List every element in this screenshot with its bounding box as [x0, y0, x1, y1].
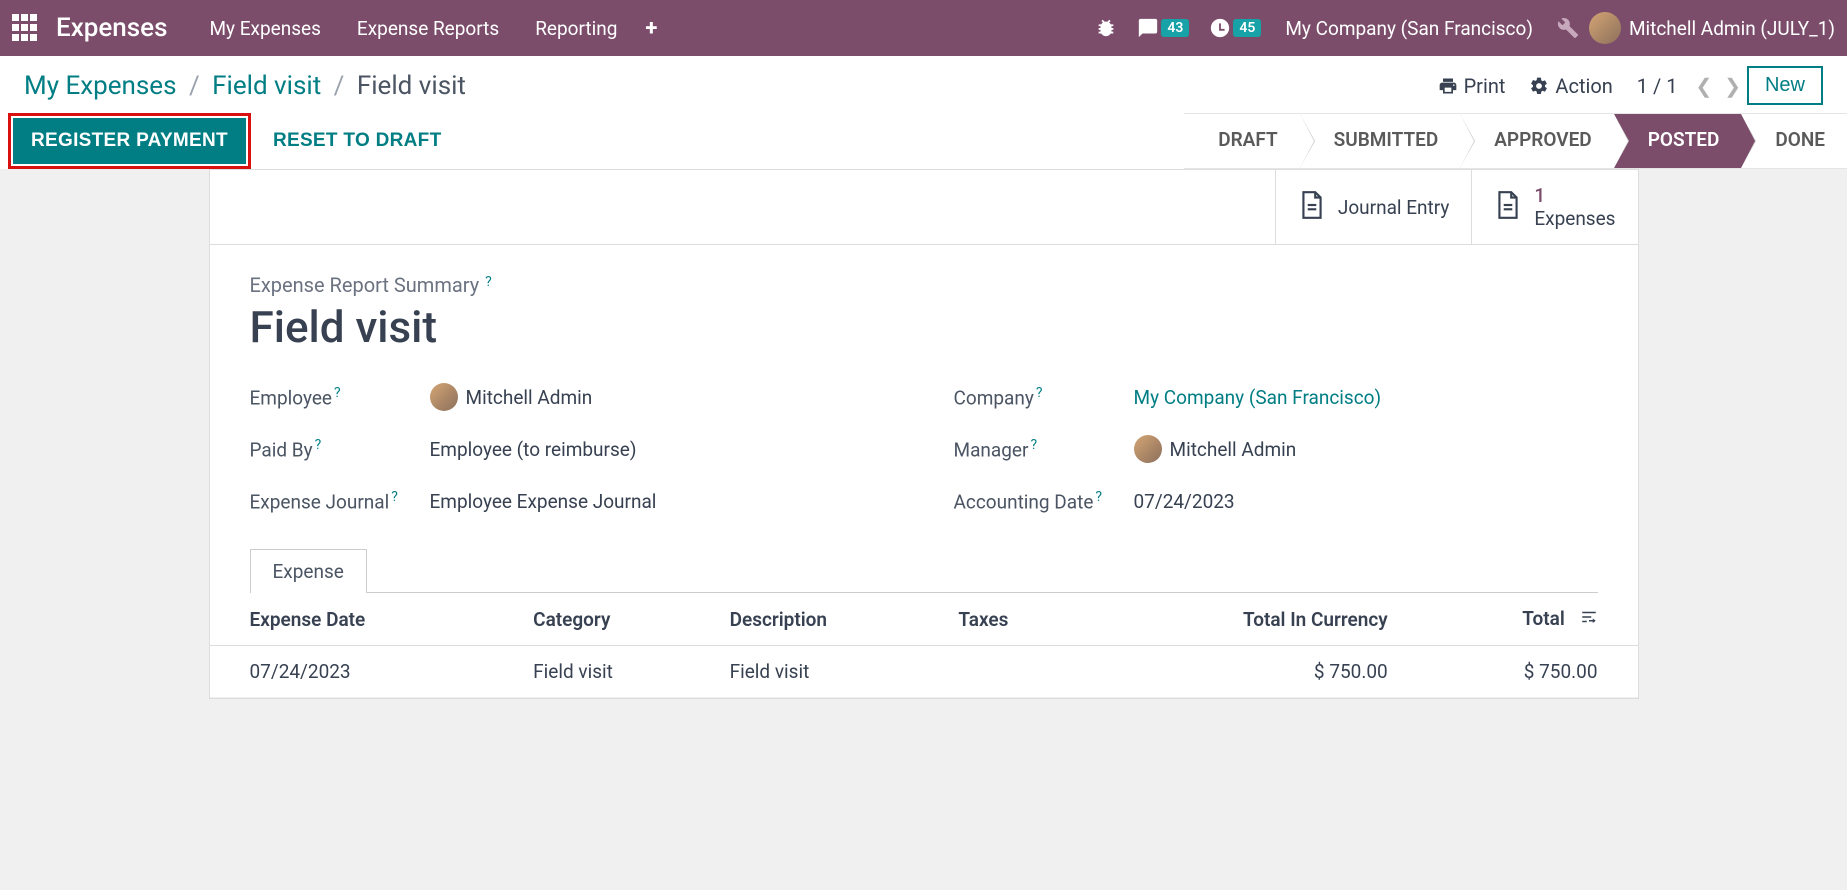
- help-icon[interactable]: ?: [334, 385, 341, 401]
- breadcrumb: My Expenses / Field visit / Field visit: [24, 71, 466, 101]
- help-icon[interactable]: ?: [1036, 385, 1043, 401]
- nav-expense-reports[interactable]: Expense Reports: [339, 17, 517, 40]
- accdate-value: 07/24/2023: [1134, 490, 1235, 513]
- help-icon[interactable]: ?: [1095, 489, 1102, 505]
- activities-badge: 45: [1233, 19, 1261, 37]
- status-posted[interactable]: POSTED: [1614, 114, 1742, 168]
- th-category[interactable]: Category: [519, 593, 715, 646]
- breadcrumb-current: Field visit: [357, 71, 466, 101]
- company-label: Company: [954, 386, 1034, 409]
- reset-to-draft-button[interactable]: RESET TO DRAFT: [255, 113, 460, 169]
- tab-expense[interactable]: Expense: [250, 549, 367, 593]
- form-sheet: Journal Entry 1 Expenses Expense Report …: [209, 169, 1639, 699]
- th-description[interactable]: Description: [716, 593, 945, 646]
- help-icon[interactable]: ?: [1030, 437, 1037, 453]
- breadcrumb-root[interactable]: My Expenses: [24, 71, 177, 101]
- cell-total: $ 750.00: [1402, 646, 1638, 698]
- breadcrumb-parent[interactable]: Field visit: [212, 71, 321, 101]
- pager-next[interactable]: ❯: [1724, 74, 1741, 98]
- top-nav: Expenses My Expenses Expense Reports Rep…: [0, 0, 1847, 56]
- print-icon: [1438, 76, 1458, 96]
- expense-table: Expense Date Category Description Taxes …: [210, 593, 1638, 698]
- stat-buttons: Journal Entry 1 Expenses: [210, 170, 1638, 245]
- section-label: Expense Report Summary: [250, 273, 480, 297]
- journal-value: Employee Expense Journal: [430, 490, 657, 513]
- th-total-currency[interactable]: Total In Currency: [1087, 593, 1402, 646]
- employee-value[interactable]: Mitchell Admin: [430, 383, 593, 411]
- employee-label: Employee: [250, 386, 332, 409]
- avatar: [1134, 435, 1162, 463]
- help-icon[interactable]: ?: [485, 274, 492, 290]
- activities-icon[interactable]: 45: [1209, 17, 1261, 39]
- messages-icon[interactable]: 43: [1137, 17, 1189, 39]
- cell-taxes: [944, 646, 1086, 698]
- cell-description: Field visit: [716, 646, 945, 698]
- document-icon: [1494, 190, 1522, 224]
- messages-badge: 43: [1161, 19, 1189, 37]
- status-approved[interactable]: APPROVED: [1460, 114, 1613, 168]
- paidby-label: Paid By: [250, 438, 313, 461]
- cell-total-currency: $ 750.00: [1087, 646, 1402, 698]
- table-row[interactable]: 07/24/2023 Field visit Field visit $ 750…: [210, 646, 1638, 698]
- th-taxes[interactable]: Taxes: [944, 593, 1086, 646]
- status-done[interactable]: DONE: [1741, 114, 1847, 168]
- document-icon: [1298, 190, 1326, 224]
- avatar: [430, 383, 458, 411]
- nav-reporting[interactable]: Reporting: [517, 17, 635, 40]
- cell-category: Field visit: [519, 646, 715, 698]
- tools-icon[interactable]: [1557, 17, 1579, 39]
- highlight-box: REGISTER PAYMENT: [8, 113, 251, 169]
- accdate-label: Accounting Date: [954, 490, 1094, 513]
- apps-icon[interactable]: [12, 14, 40, 42]
- button-row: REGISTER PAYMENT RESET TO DRAFT DRAFT SU…: [0, 113, 1847, 169]
- manager-label: Manager: [954, 438, 1029, 461]
- pager-prev[interactable]: ❮: [1695, 74, 1712, 98]
- th-date[interactable]: Expense Date: [210, 593, 520, 646]
- nav-my-expenses[interactable]: My Expenses: [191, 17, 338, 40]
- pager-text: 1 / 1: [1637, 74, 1678, 98]
- debug-icon[interactable]: [1095, 17, 1117, 39]
- stat-journal-entry[interactable]: Journal Entry: [1275, 170, 1472, 244]
- status-draft[interactable]: DRAFT: [1184, 114, 1299, 168]
- app-brand[interactable]: Expenses: [56, 13, 167, 43]
- action-button[interactable]: Action: [1529, 74, 1612, 98]
- subheader: My Expenses / Field visit / Field visit …: [0, 56, 1847, 113]
- stat-expenses[interactable]: 1 Expenses: [1471, 170, 1637, 244]
- status-submitted[interactable]: SUBMITTED: [1300, 114, 1461, 168]
- plus-icon[interactable]: +: [645, 16, 657, 41]
- manager-value[interactable]: Mitchell Admin: [1134, 435, 1297, 463]
- new-button[interactable]: New: [1747, 66, 1823, 105]
- print-button[interactable]: Print: [1438, 74, 1506, 98]
- paidby-value: Employee (to reimburse): [430, 438, 637, 461]
- status-track: DRAFT SUBMITTED APPROVED POSTED DONE: [1184, 113, 1847, 169]
- user-name: Mitchell Admin (JULY_1): [1629, 17, 1835, 40]
- help-icon[interactable]: ?: [315, 437, 322, 453]
- company-value[interactable]: My Company (San Francisco): [1134, 386, 1382, 409]
- company-selector[interactable]: My Company (San Francisco): [1285, 17, 1533, 40]
- help-icon[interactable]: ?: [391, 489, 398, 505]
- register-payment-button[interactable]: REGISTER PAYMENT: [13, 118, 246, 164]
- user-menu[interactable]: Mitchell Admin (JULY_1): [1589, 12, 1835, 44]
- columns-adjust-icon[interactable]: [1580, 608, 1598, 631]
- gear-icon: [1529, 76, 1549, 96]
- th-total[interactable]: Total: [1402, 593, 1638, 646]
- record-title: Field visit: [250, 301, 1598, 353]
- user-avatar: [1589, 12, 1621, 44]
- cell-date: 07/24/2023: [210, 646, 520, 698]
- journal-label: Expense Journal: [250, 490, 390, 513]
